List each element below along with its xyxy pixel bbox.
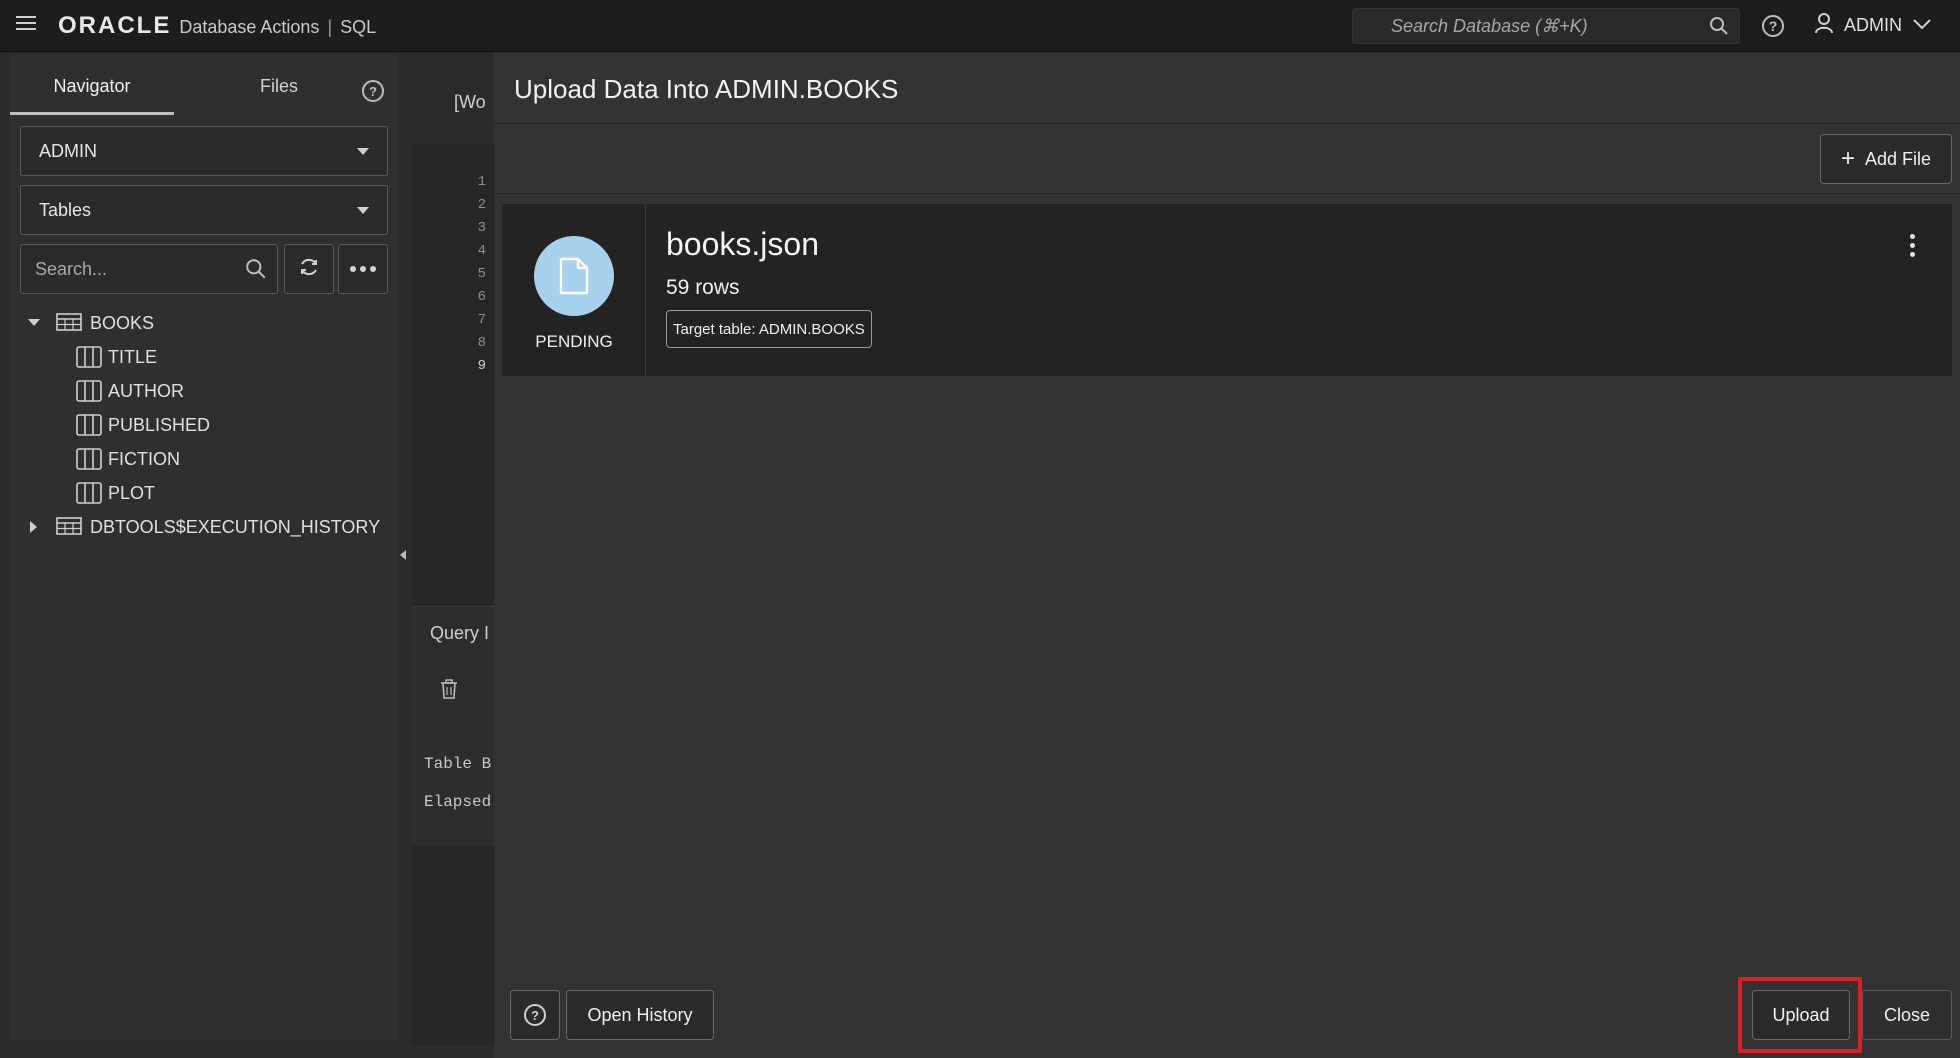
tree-item-column[interactable]: PLOT — [10, 476, 398, 510]
column-icon — [76, 380, 102, 407]
more-icon — [350, 266, 376, 272]
file-name: books.json — [666, 226, 819, 262]
output-line: Elapsed — [424, 793, 492, 811]
line-number: 6 — [477, 289, 486, 305]
tree-item-books[interactable]: BOOKS — [10, 306, 398, 340]
brand: ORACLE Database Actions | SQL — [58, 12, 376, 40]
tree-item-column[interactable]: TITLE — [10, 340, 398, 374]
help-button[interactable]: ? — [510, 990, 560, 1040]
object-tree: BOOKS TITLE AUTHOR PUBLISHED FICTION PLO… — [10, 306, 398, 544]
user-menu[interactable]: ADMIN — [1814, 12, 1932, 39]
kebab-icon[interactable] — [1910, 234, 1916, 257]
active-tab-indicator — [10, 112, 174, 115]
top-bar: ORACLE Database Actions | SQL ? ADMIN — [0, 0, 1960, 52]
worksheet-editor: [Wo 1 2 3 4 5 6 7 8 9 — [412, 54, 494, 644]
editor-footer-area — [412, 846, 494, 1046]
schema-select-value: ADMIN — [39, 141, 97, 161]
file-status-column: PENDING — [502, 204, 646, 376]
tree-item-column[interactable]: PUBLISHED — [10, 408, 398, 442]
panel-collapse-handle[interactable] — [398, 540, 410, 570]
line-number: 7 — [477, 312, 486, 328]
user-name: ADMIN — [1844, 15, 1902, 35]
database-search[interactable] — [1352, 8, 1740, 44]
target-table-badge: Target table: ADMIN.BOOKS — [666, 310, 872, 348]
dialog-header: Upload Data Into ADMIN.BOOKS — [494, 52, 1960, 124]
trash-icon[interactable] — [440, 679, 458, 704]
collapse-arrow-icon — [400, 550, 406, 560]
search-icon[interactable] — [1709, 16, 1729, 41]
line-number: 9 — [477, 358, 486, 374]
upload-button[interactable]: Upload — [1752, 990, 1850, 1040]
app-name: Database Actions — [179, 17, 320, 37]
user-icon — [1814, 12, 1834, 39]
caret-down-icon[interactable] — [28, 319, 40, 326]
column-icon — [76, 346, 102, 373]
help-icon: ? — [524, 1004, 546, 1026]
navigator-tabs: Navigator Files ? — [10, 54, 398, 118]
tree-item-label: AUTHOR — [108, 381, 184, 401]
query-result-tab[interactable]: Query I — [430, 623, 489, 644]
refresh-button[interactable] — [284, 244, 334, 294]
table-icon — [56, 517, 82, 540]
navigator-panel: Navigator Files ? ADMIN Tables BOOKS — [10, 54, 398, 1040]
file-row-count: 59 rows — [666, 276, 740, 299]
worksheet-tab[interactable]: [Wo — [454, 92, 486, 113]
tree-item-dbtools-execution-history[interactable]: DBTOOLS$EXECUTION_HISTORY — [10, 510, 398, 544]
more-actions-button[interactable] — [338, 244, 388, 294]
line-number: 3 — [477, 220, 486, 236]
upload-data-dialog: Upload Data Into ADMIN.BOOKS + Add File … — [494, 52, 1960, 1058]
refresh-icon — [298, 256, 320, 283]
search-icon[interactable] — [245, 258, 267, 285]
help-icon[interactable]: ? — [1762, 15, 1784, 37]
close-button[interactable]: Close — [1862, 990, 1952, 1040]
file-card[interactable]: PENDING books.json 59 rows Target table:… — [502, 204, 1952, 376]
tree-item-column[interactable]: FICTION — [10, 442, 398, 476]
schema-select[interactable]: ADMIN — [20, 126, 388, 176]
hamburger-icon[interactable] — [16, 16, 36, 34]
tree-item-label: PLOT — [108, 483, 156, 503]
dialog-toolbar — [494, 124, 1960, 194]
line-number: 8 — [477, 335, 486, 351]
tree-item-column[interactable]: AUTHOR — [10, 374, 398, 408]
column-icon — [76, 448, 102, 475]
output-line: Table B — [424, 755, 492, 773]
help-icon[interactable]: ? — [362, 80, 384, 102]
chevron-down-icon — [1912, 17, 1932, 35]
plus-icon: + — [1840, 145, 1855, 172]
add-file-label: Add File — [1864, 148, 1932, 169]
tab-navigator[interactable]: Navigator — [10, 76, 174, 97]
caret-down-icon — [357, 207, 369, 214]
tree-item-label: PUBLISHED — [108, 415, 211, 435]
tab-files[interactable]: Files — [260, 76, 298, 97]
tree-item-label: FICTION — [108, 449, 180, 469]
dialog-title: Upload Data Into ADMIN.BOOKS — [514, 74, 899, 104]
object-type-select[interactable]: Tables — [20, 185, 388, 235]
add-file-button[interactable]: + Add File — [1820, 134, 1952, 184]
line-number: 5 — [477, 266, 486, 282]
line-number-gutter: 1 2 3 4 5 6 7 8 9 — [412, 144, 494, 644]
caret-down-icon — [357, 148, 369, 155]
tree-item-label: TITLE — [108, 347, 158, 367]
object-search-input[interactable] — [21, 245, 277, 293]
open-history-button[interactable]: Open History — [566, 990, 714, 1040]
line-number: 2 — [477, 197, 486, 213]
brand-separator: | — [327, 17, 333, 37]
app-section: SQL — [340, 17, 377, 37]
table-icon — [56, 313, 82, 336]
object-search[interactable] — [20, 244, 278, 294]
caret-right-icon[interactable] — [30, 521, 37, 533]
file-icon — [534, 236, 614, 316]
column-icon — [76, 414, 102, 441]
query-result-panel: Query I Table B Elapsed — [412, 606, 494, 846]
tree-item-label: BOOKS — [90, 313, 155, 333]
database-search-input[interactable] — [1353, 9, 1739, 43]
oracle-logo: ORACLE — [58, 12, 172, 39]
line-number: 4 — [477, 243, 486, 259]
tree-item-label: DBTOOLS$EXECUTION_HISTORY — [90, 517, 381, 537]
column-icon — [76, 482, 102, 509]
object-type-select-value: Tables — [39, 200, 92, 220]
file-status: PENDING — [535, 332, 613, 351]
line-number: 1 — [477, 174, 486, 190]
